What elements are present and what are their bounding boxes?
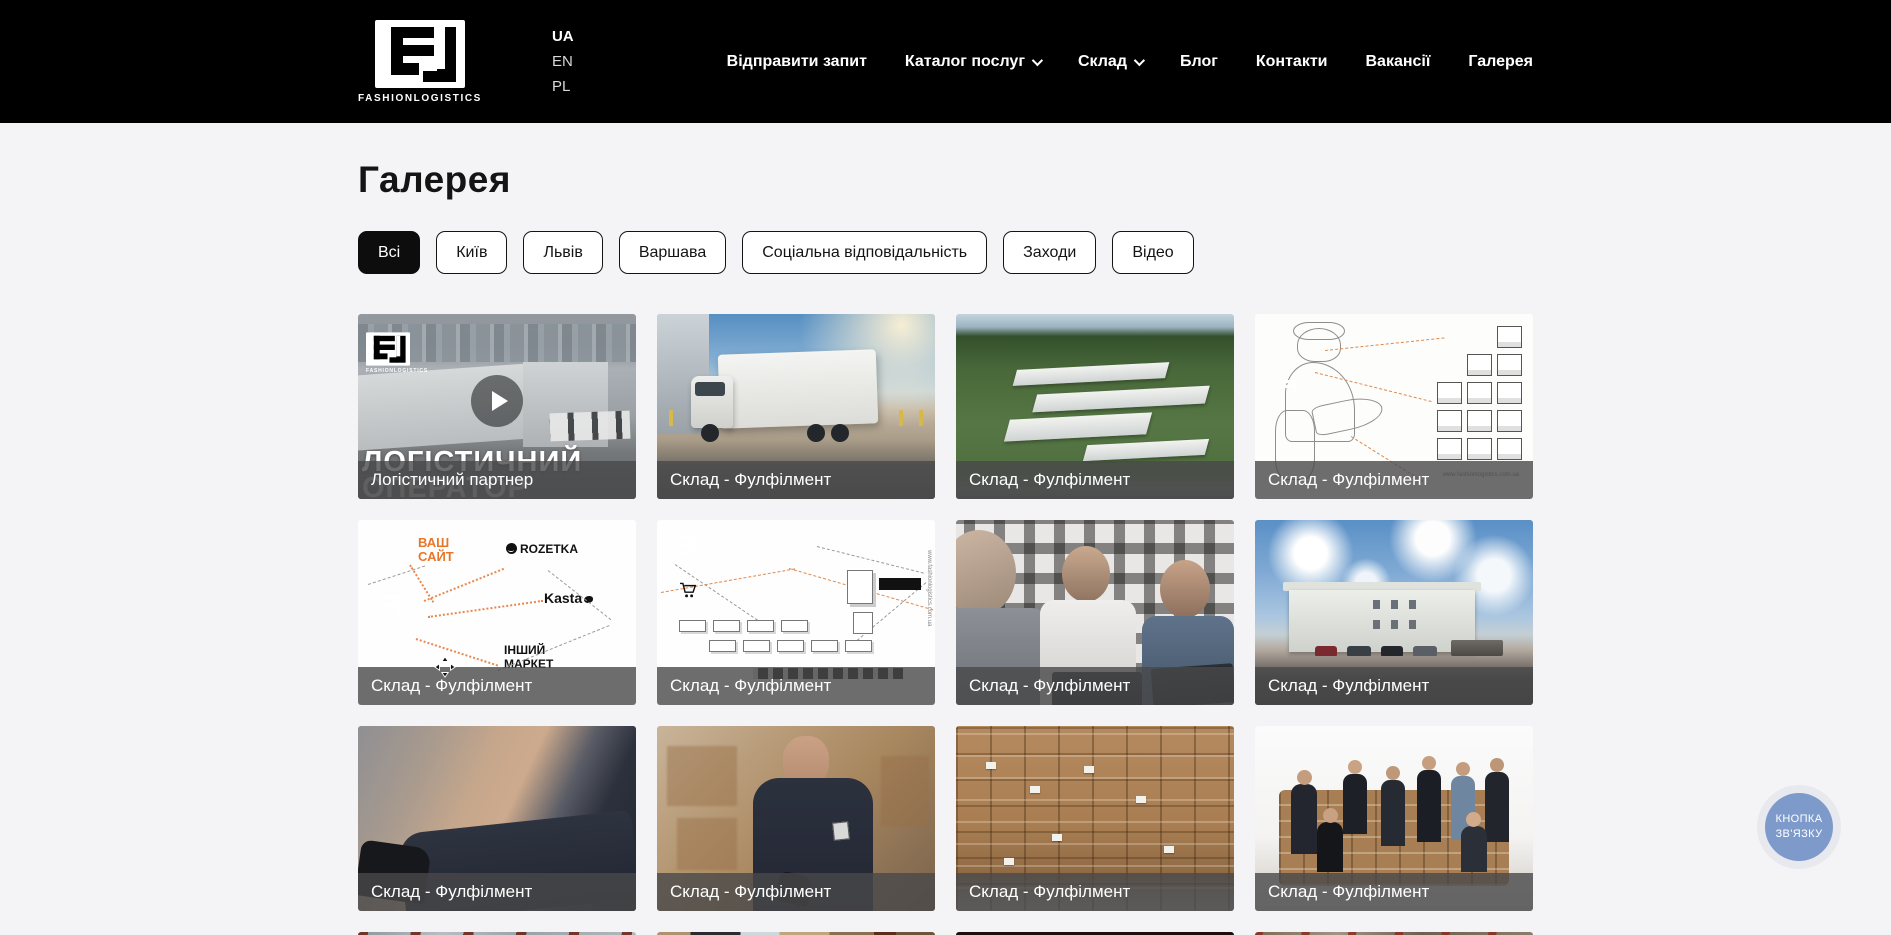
- rozetka-icon: [506, 543, 517, 554]
- gallery-item[interactable]: Склад - Фулфілмент: [956, 726, 1234, 911]
- contact-floating-button-label: КНОПКА ЗВ'ЯЗКУ: [1765, 793, 1833, 861]
- fl-logo-icon: [375, 20, 465, 88]
- gallery-item-caption: Склад - Фулфілмент: [358, 667, 636, 705]
- shelves-art: [679, 620, 808, 632]
- lang-ua[interactable]: UA: [552, 28, 574, 45]
- filter-kyiv[interactable]: Київ: [436, 231, 507, 274]
- truck-art: [718, 349, 878, 428]
- gallery-item[interactable]: Склад - Фулфілмент: [956, 314, 1234, 499]
- filter-all[interactable]: Всі: [358, 231, 420, 274]
- filter-social-responsibility[interactable]: Соціальна відповідальність: [742, 231, 987, 274]
- language-switcher: UA EN PL: [552, 28, 574, 95]
- gallery-item[interactable]: www.fashionlogistics.com.ua Склад - Фулф…: [657, 520, 935, 705]
- gallery-item-video[interactable]: FASHIONLOGISTICS ЛОГІСТИЧНИЙ ОПЕРАТОР Ло…: [358, 314, 636, 499]
- nav-contacts[interactable]: Контакти: [1256, 53, 1328, 71]
- gallery-item[interactable]: Склад - Фулфілмент: [1255, 520, 1533, 705]
- nav-services-catalog[interactable]: Каталог послуг: [905, 53, 1040, 71]
- gallery-item-caption: Склад - Фулфілмент: [1255, 667, 1533, 705]
- gallery-page: Галерея Всі Київ Львів Варшава Соціальна…: [358, 159, 1533, 935]
- pallet-diagram-art: [1437, 326, 1523, 462]
- fl-logo-watermark: FASHIONLOGISTICS: [366, 332, 428, 374]
- filter-events[interactable]: Заходи: [1003, 231, 1096, 274]
- gallery-filters: Всі Київ Львів Варшава Соціальна відпові…: [358, 231, 1533, 274]
- lang-en[interactable]: EN: [552, 53, 574, 70]
- fl-logo-patch: [832, 821, 850, 841]
- person-art: [1461, 826, 1487, 872]
- gallery-item-caption: Склад - Фулфілмент: [956, 461, 1234, 499]
- building-art: [1289, 590, 1475, 652]
- gallery-item-caption: Склад - Фулфілмент: [956, 667, 1234, 705]
- person-art: [1343, 774, 1367, 834]
- gallery-item-caption: Склад - Фулфілмент: [657, 461, 935, 499]
- website-url-small-print: www.fashionlogistics.com.ua: [926, 550, 932, 626]
- play-icon: [492, 391, 508, 411]
- brand-wordmark: FASHIONLOGISTICS: [358, 93, 482, 104]
- nav-vacancies[interactable]: Вакансії: [1366, 53, 1431, 71]
- nav-send-request[interactable]: Відправити запит: [727, 53, 867, 71]
- gallery-item-caption: Склад - Фулфілмент: [358, 873, 636, 911]
- lang-pl[interactable]: PL: [552, 78, 574, 95]
- gallery-item-caption: Склад - Фулфілмент: [1255, 873, 1533, 911]
- gallery-item-caption: Склад - Фулфілмент: [657, 873, 935, 911]
- filter-video[interactable]: Відео: [1112, 231, 1193, 274]
- person-art: [1417, 770, 1441, 842]
- gallery-grid: FASHIONLOGISTICS ЛОГІСТИЧНИЙ ОПЕРАТОР Ло…: [358, 314, 1533, 935]
- person-art: [1485, 772, 1509, 842]
- truck-art: [1451, 640, 1503, 656]
- trucks-art: [550, 411, 631, 442]
- diagram-label-kasta: Kasta: [544, 590, 593, 606]
- gallery-item-caption: Склад - Фулфілмент: [1255, 461, 1533, 499]
- diagram-label-rozetka: ROZETKA: [506, 542, 578, 557]
- person-art: [1291, 784, 1317, 854]
- person-art: [1317, 822, 1343, 872]
- gallery-item[interactable]: Склад - Фулфілмент: [956, 520, 1234, 705]
- header: FASHIONLOGISTICS UA EN PL Відправити зап…: [0, 0, 1891, 123]
- gallery-item[interactable]: www.fashionlogistics.com.ua Склад - Фулф…: [1255, 314, 1533, 499]
- gallery-item[interactable]: ВАШ САЙТ ROZETKA Kasta ІНШИЙ МАРКЕТ: [358, 520, 636, 705]
- move-cursor-icon: [434, 656, 456, 678]
- nav-gallery[interactable]: Галерея: [1468, 53, 1533, 71]
- chevron-down-icon: [1134, 54, 1145, 65]
- chevron-down-icon: [1032, 54, 1043, 65]
- contact-floating-button[interactable]: КНОПКА ЗВ'ЯЗКУ: [1757, 785, 1841, 869]
- nav-warehouse[interactable]: Склад: [1078, 53, 1142, 71]
- main-navigation: Відправити запит Каталог послуг Склад Бл…: [727, 53, 1533, 71]
- diagram-label-your-site: ВАШ САЙТ: [418, 536, 454, 565]
- gallery-item[interactable]: Склад - Фулфілмент: [657, 726, 935, 911]
- filter-lviv[interactable]: Львів: [523, 231, 602, 274]
- play-button[interactable]: [471, 375, 523, 427]
- person-art: [1381, 780, 1405, 846]
- gallery-item[interactable]: Склад - Фулфілмент: [358, 726, 636, 911]
- gallery-item-caption: Склад - Фулфілмент: [956, 873, 1234, 911]
- gallery-item[interactable]: Склад - Фулфілмент: [1255, 726, 1533, 911]
- nav-blog[interactable]: Блог: [1180, 53, 1218, 71]
- gallery-item[interactable]: Склад - Фулфілмент: [657, 314, 935, 499]
- page-title: Галерея: [358, 159, 1533, 201]
- filter-warsaw[interactable]: Варшава: [619, 231, 726, 274]
- brand-logo[interactable]: FASHIONLOGISTICS: [358, 20, 482, 104]
- gallery-item-caption: Склад - Фулфілмент: [657, 667, 935, 705]
- gallery-item-caption: Логістичний партнер: [358, 461, 636, 499]
- cart-icon: [679, 582, 697, 598]
